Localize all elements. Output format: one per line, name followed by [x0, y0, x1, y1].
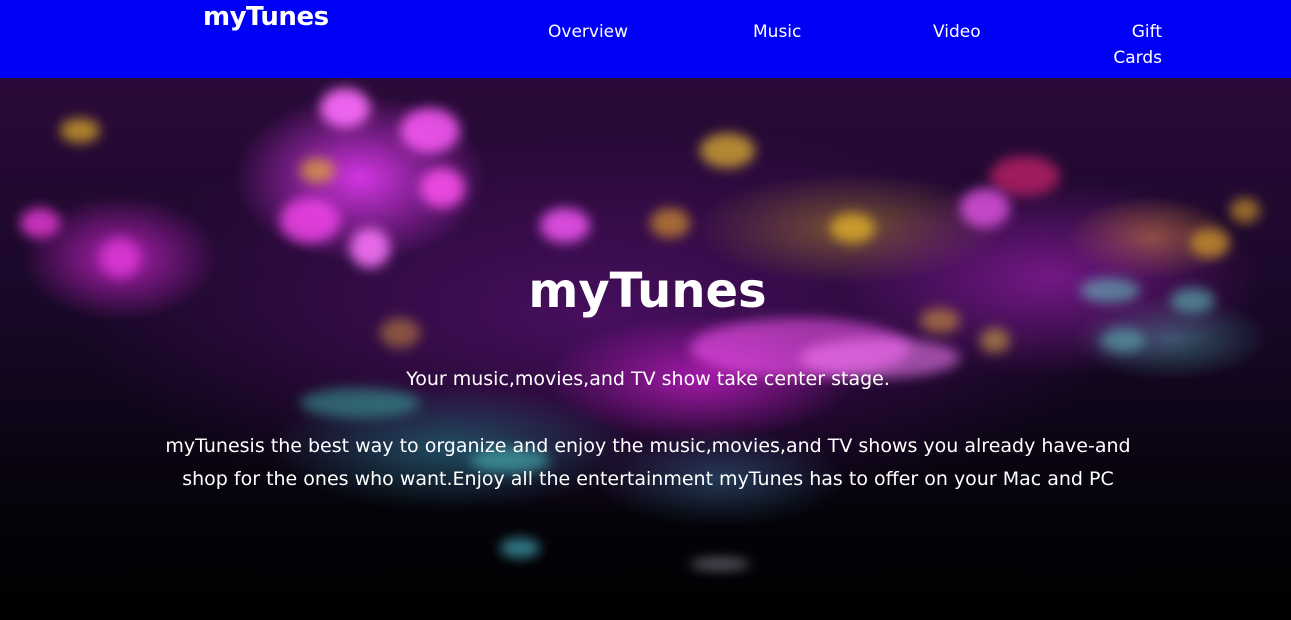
hero-tagline: Your music,movies,and TV show take cente… [406, 368, 890, 390]
hero-section: myTunes Your music,movies,and TV show ta… [0, 78, 1291, 620]
brand-logo[interactable]: myTunes [203, 2, 329, 32]
top-navbar: myTunes Overview Music Video Gift Cards [0, 0, 1291, 78]
hero-background-image [0, 78, 1291, 620]
hero-title: myTunes [528, 263, 767, 319]
nav-link-overview[interactable]: Overview [548, 19, 628, 45]
nav-link-music[interactable]: Music [753, 19, 801, 45]
nav-link-video[interactable]: Video [933, 19, 981, 45]
nav-link-gift-cards[interactable]: Gift Cards [1110, 19, 1162, 71]
hero-description: myTunesis the best way to organize and e… [165, 435, 1131, 490]
